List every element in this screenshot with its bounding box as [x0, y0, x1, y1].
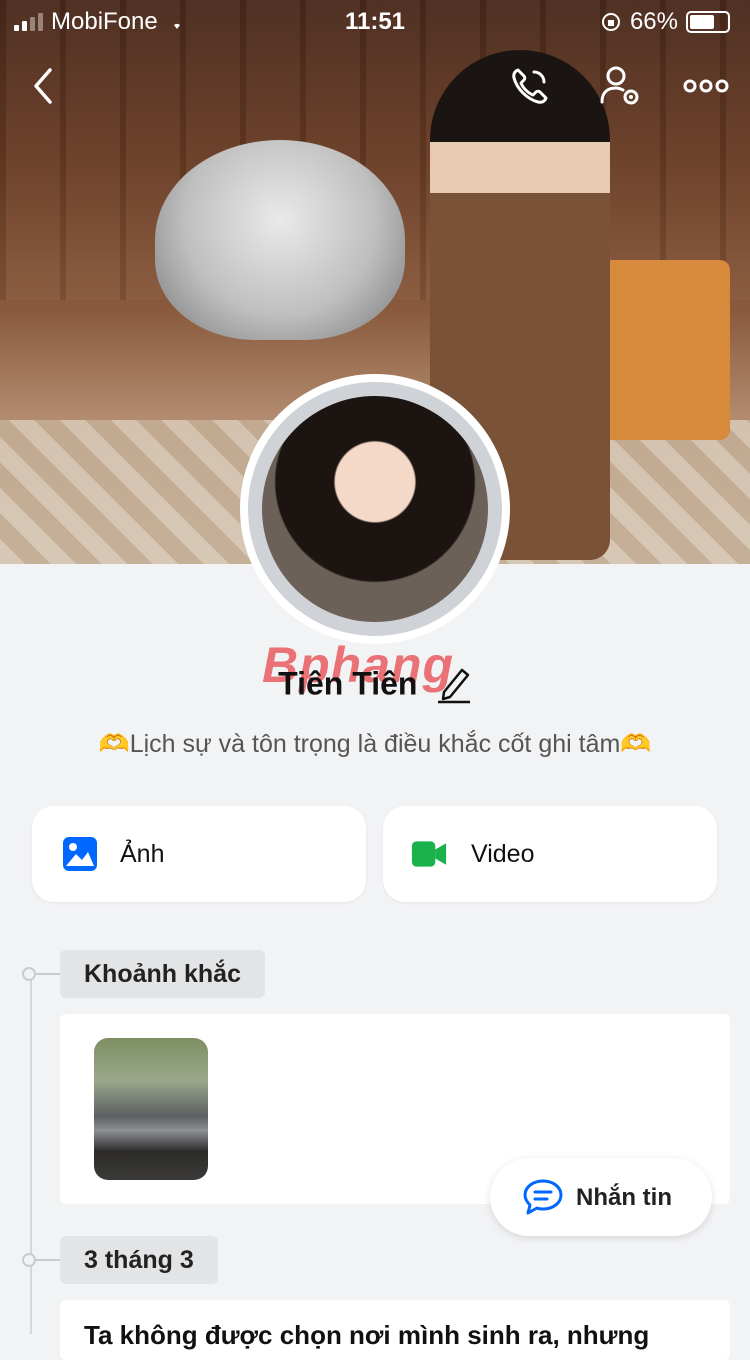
status-right: 66% — [600, 8, 730, 36]
timeline-dot — [22, 1253, 36, 1267]
timeline-connector — [36, 1259, 60, 1261]
photos-button[interactable]: Ảnh — [32, 806, 366, 902]
battery-icon — [686, 11, 730, 33]
video-camera-icon — [411, 841, 447, 867]
user-settings-icon[interactable] — [596, 62, 644, 110]
more-icon[interactable] — [682, 62, 730, 110]
date-tag: 3 tháng 3 — [60, 1236, 218, 1284]
post-text: Ta không được chọn nơi mình sinh ra, như… — [84, 1320, 650, 1350]
phone-icon[interactable] — [506, 62, 554, 110]
battery-percent: 66% — [629, 8, 678, 35]
chat-bubble-icon — [523, 1179, 563, 1215]
profile-top-bar — [0, 58, 750, 114]
orientation-lock-icon — [601, 13, 620, 31]
image-icon — [63, 837, 97, 871]
moments-tag: Khoảnh khắc — [60, 950, 265, 998]
cover-lotus-tray — [155, 140, 405, 340]
avatar[interactable] — [240, 374, 510, 644]
timeline-connector — [36, 973, 60, 975]
cover-chair — [600, 260, 730, 440]
profile-name: Tiên Tiên — [278, 665, 418, 702]
post-card[interactable]: Ta không được chọn nơi mình sinh ra, như… — [60, 1300, 730, 1360]
video-label: Video — [471, 840, 535, 868]
timeline-dot — [22, 967, 36, 981]
timeline-line — [30, 974, 32, 1334]
moment-thumbnail[interactable] — [94, 1038, 208, 1180]
photos-label: Ảnh — [120, 840, 165, 868]
edit-pencil-icon[interactable] — [436, 664, 472, 704]
profile-name-row: Tiên Tiên — [0, 664, 750, 704]
avatar-photo — [262, 396, 488, 622]
video-button[interactable]: Video — [383, 806, 717, 902]
message-label: Nhắn tin — [576, 1184, 672, 1211]
back-chevron-icon[interactable] — [24, 62, 64, 110]
status-bar: MobiFone 11:51 66% — [0, 0, 750, 44]
profile-bio: 🫶Lịch sự và tôn trọng là điều khắc cốt g… — [98, 730, 652, 758]
message-button[interactable]: Nhắn tin — [490, 1158, 712, 1236]
